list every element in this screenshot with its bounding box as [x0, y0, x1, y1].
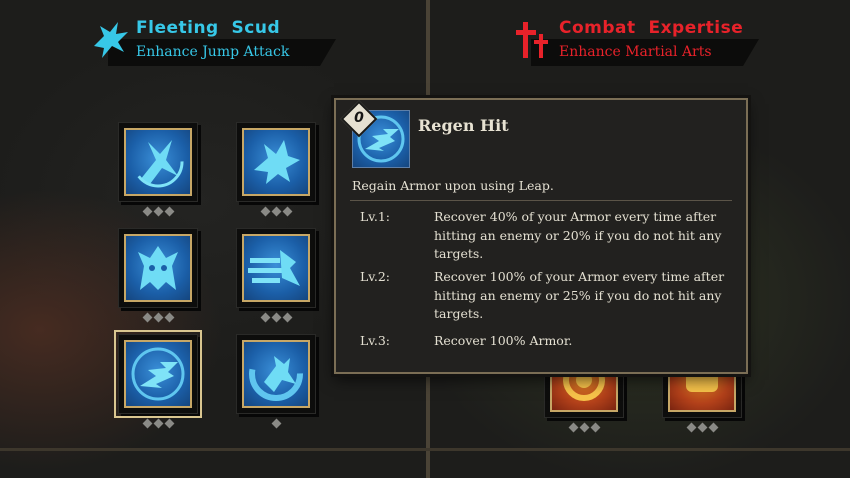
skill-tooltip: 0 Regen Hit Regain Armor upon using Leap… — [334, 98, 748, 374]
tree-header-combat-expertise[interactable]: Combat Expertise Enhance Martial Arts — [513, 18, 773, 70]
wing-circle-icon — [124, 340, 192, 408]
skill-description: Regain Armor upon using Leap. — [352, 178, 554, 193]
tree-title: Combat Expertise — [559, 18, 744, 38]
crossed-wing-icon — [124, 128, 192, 196]
weapon-icon — [513, 18, 557, 62]
eagle-dive-icon — [242, 340, 310, 408]
skill-node-3[interactable] — [118, 228, 198, 323]
skill-node-1[interactable] — [118, 122, 198, 217]
bottom-divider — [0, 448, 850, 451]
skill-level-pips — [237, 205, 315, 217]
skill-level-badge-text: 0 — [354, 110, 364, 126]
skill-level-pips — [119, 417, 197, 429]
level-label: Lv.2: — [360, 269, 391, 284]
level-label: Lv.1: — [360, 209, 391, 224]
skill-level-pips — [119, 205, 197, 217]
tree-header-fleeting-scud[interactable]: Fleeting Scud Enhance Jump Attack — [90, 18, 350, 70]
beast-head-icon — [124, 234, 192, 302]
skill-level-pips — [237, 417, 315, 429]
skill-node-4[interactable] — [236, 228, 316, 323]
skill-node-5-selected[interactable] — [114, 330, 202, 429]
leaping-claw-icon — [242, 128, 310, 196]
skill-node-6[interactable] — [236, 334, 316, 429]
level-text: Recover 100% Armor. — [434, 333, 573, 348]
skill-name: Regen Hit — [418, 116, 509, 135]
tree-title: Fleeting Scud — [136, 18, 281, 38]
level-text: Recover 40% of your Armor every time aft… — [434, 209, 722, 261]
skill-node-2[interactable] — [236, 122, 316, 217]
tooltip-separator — [350, 200, 732, 201]
skill-level-pips — [545, 421, 623, 433]
dash-strike-icon — [242, 234, 310, 302]
tree-subtitle: Enhance Jump Attack — [136, 44, 290, 60]
level-text: Recover 100% of your Armor every time af… — [434, 269, 725, 321]
skill-level-pips — [119, 311, 197, 323]
level-label: Lv.3: — [360, 333, 391, 348]
skill-level-pips — [663, 421, 741, 433]
tree-subtitle: Enhance Martial Arts — [559, 44, 712, 60]
wing-icon — [90, 18, 134, 62]
skill-level-pips — [237, 311, 315, 323]
